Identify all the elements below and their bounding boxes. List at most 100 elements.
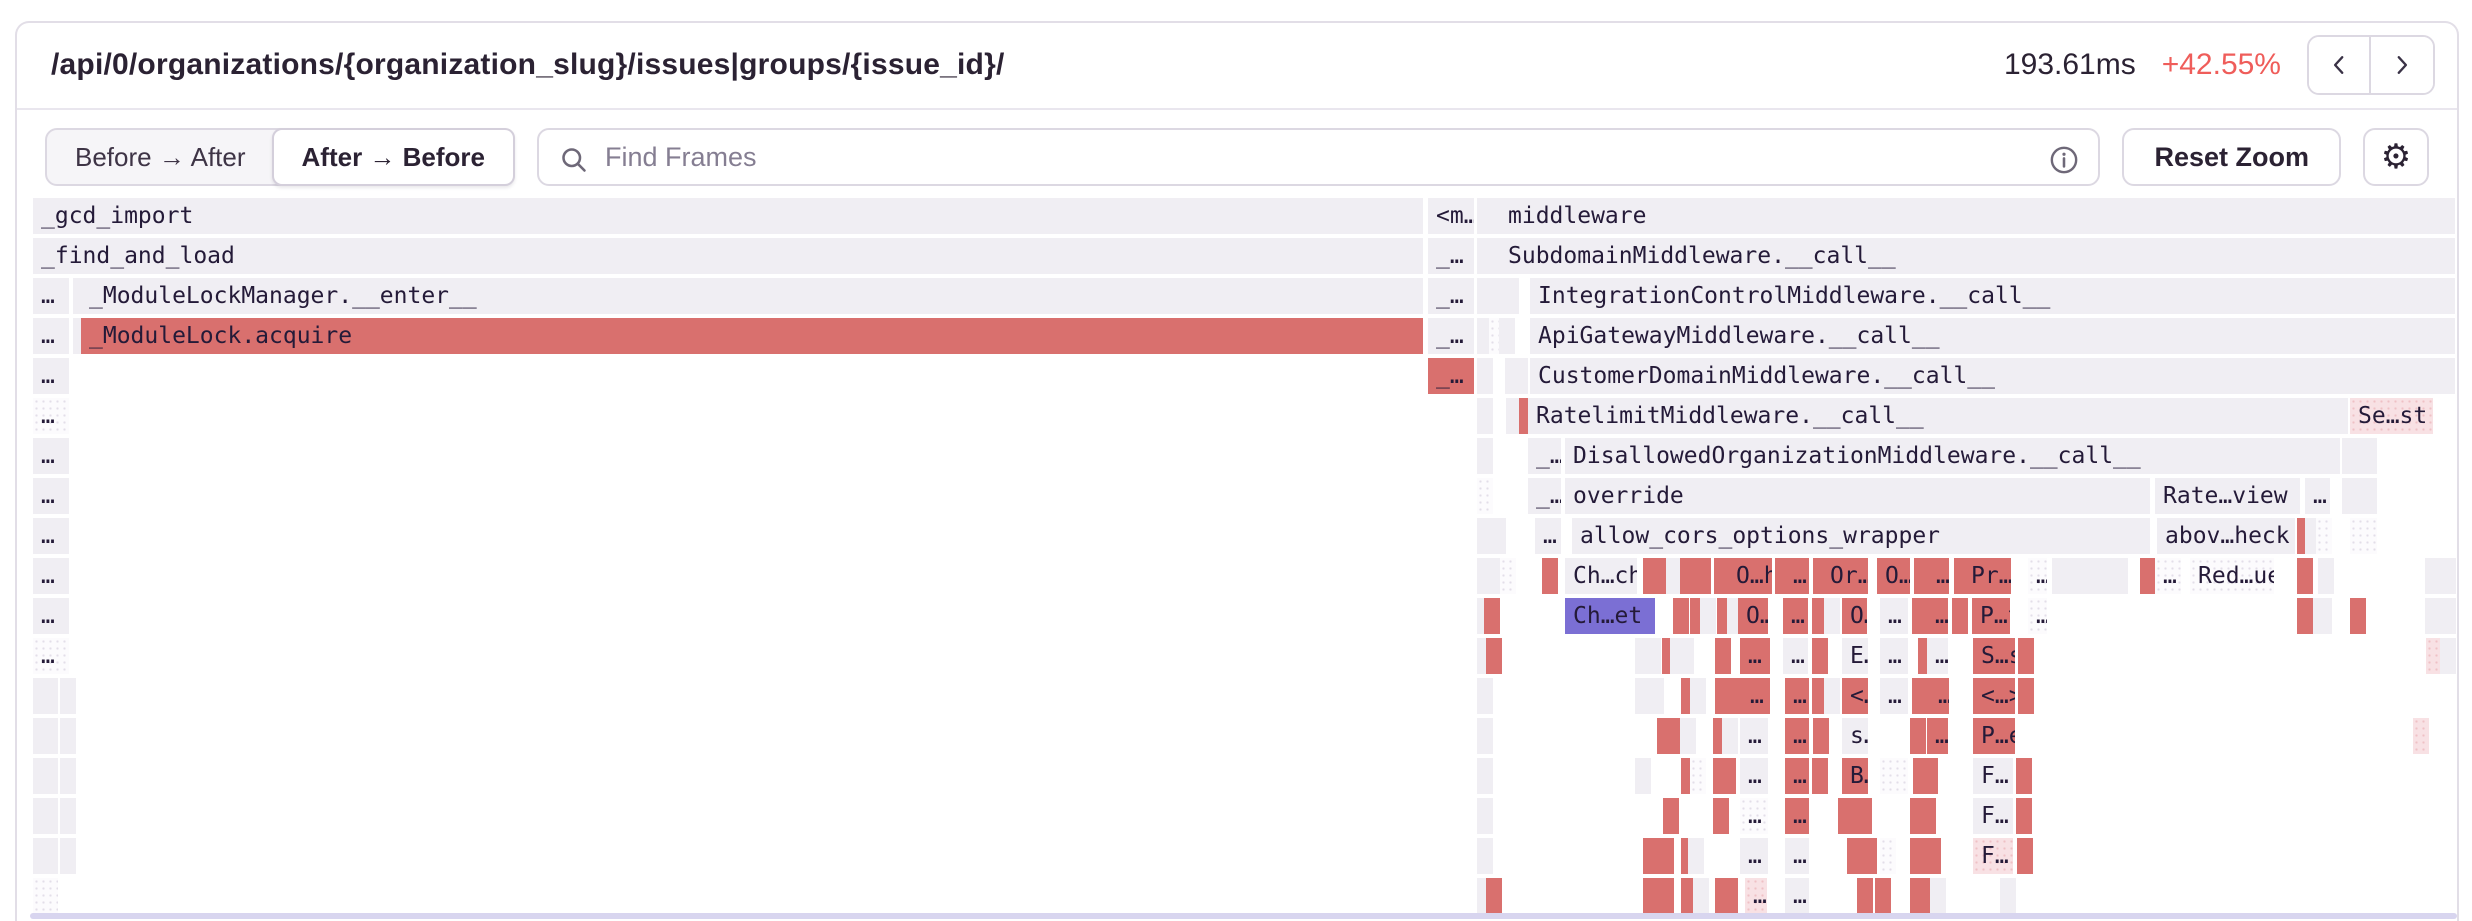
- flame-frame[interactable]: _ModuleLockManager.__enter__: [81, 278, 1423, 314]
- flame-frame[interactable]: …: [1880, 678, 1908, 714]
- flame-frame[interactable]: [1643, 838, 1659, 874]
- search-input[interactable]: [539, 130, 2098, 184]
- flame-frame[interactable]: [2316, 518, 2332, 554]
- flame-frame[interactable]: ApiGatewayMiddleware.__call__: [1530, 318, 2455, 354]
- flame-frame[interactable]: …: [1927, 598, 1948, 634]
- flame-frame[interactable]: [1920, 798, 1936, 834]
- flame-frame[interactable]: _…: [1428, 238, 1474, 274]
- flame-frame[interactable]: _…: [1428, 278, 1474, 314]
- flame-frame[interactable]: [1657, 718, 1673, 754]
- flame-frame[interactable]: IntegrationControlMiddleware.__call__: [1530, 278, 2455, 314]
- flame-frame[interactable]: [33, 798, 58, 834]
- flame-frame[interactable]: …: [1927, 718, 1948, 754]
- flame-frame[interactable]: …: [33, 398, 69, 434]
- flame-frame[interactable]: <…: [1842, 678, 1868, 714]
- flame-frame[interactable]: [2440, 638, 2456, 674]
- flame-frame[interactable]: [1658, 878, 1674, 914]
- flame-frame[interactable]: [1500, 558, 1516, 594]
- flame-frame[interactable]: F…: [1973, 758, 2013, 794]
- flame-frame[interactable]: …: [33, 638, 69, 674]
- flame-frame[interactable]: _ModuleLock.acquire: [81, 318, 1423, 354]
- flame-frame[interactable]: allow_cors_options_wrapper: [1572, 518, 2150, 554]
- flame-frame[interactable]: [1875, 878, 1891, 914]
- flame-frame[interactable]: [1910, 838, 1926, 874]
- flame-frame[interactable]: …: [1745, 878, 1767, 914]
- flame-frame[interactable]: [1856, 798, 1872, 834]
- flame-frame[interactable]: [1722, 878, 1738, 914]
- flame-frame[interactable]: …: [1785, 758, 1809, 794]
- flame-frame[interactable]: [2350, 478, 2377, 514]
- flame-frame[interactable]: [33, 678, 58, 714]
- flame-frame[interactable]: …: [1880, 638, 1908, 674]
- toggle-before-after[interactable]: Before → After: [47, 130, 274, 184]
- flame-frame[interactable]: DisallowedOrganizationMiddleware.__call_…: [1565, 438, 2340, 474]
- flame-frame[interactable]: [1673, 598, 1689, 634]
- flame-frame[interactable]: …: [33, 598, 69, 634]
- flame-frame[interactable]: CustomerDomainMiddleware.__call__: [1530, 358, 2455, 394]
- flame-frame[interactable]: [1477, 398, 1493, 434]
- flame-frame[interactable]: …: [33, 518, 69, 554]
- flame-frame[interactable]: [2350, 598, 2366, 634]
- flame-frame[interactable]: …: [1785, 678, 1809, 714]
- flame-frame[interactable]: [1477, 678, 1493, 714]
- flame-frame[interactable]: [1930, 878, 1946, 914]
- flame-frame[interactable]: …: [1880, 598, 1908, 634]
- flame-frame[interactable]: [1484, 598, 1500, 634]
- flame-frame[interactable]: [1635, 758, 1651, 794]
- flame-frame[interactable]: [1812, 638, 1828, 674]
- flame-frame[interactable]: [2018, 638, 2034, 674]
- flame-frame[interactable]: S…s: [1973, 638, 2015, 674]
- flame-frame[interactable]: [2052, 558, 2128, 594]
- flame-frame[interactable]: …: [1740, 758, 1768, 794]
- flame-frame[interactable]: …: [1783, 598, 1808, 634]
- flame-frame[interactable]: …: [1740, 718, 1768, 754]
- flame-frame[interactable]: [1503, 278, 1519, 314]
- flame-frame[interactable]: [1700, 598, 1716, 634]
- flame-frame[interactable]: [2350, 518, 2377, 554]
- flame-frame[interactable]: _…: [1428, 358, 1474, 394]
- flame-frame[interactable]: …: [2155, 558, 2181, 594]
- flame-frame[interactable]: …: [1740, 638, 1770, 674]
- flame-frame[interactable]: [2016, 758, 2032, 794]
- flame-frame[interactable]: O…: [1842, 598, 1867, 634]
- flame-frame[interactable]: F…: [1973, 798, 2013, 834]
- flame-frame[interactable]: …: [33, 558, 69, 594]
- flame-frame[interactable]: …: [2305, 478, 2330, 514]
- flame-frame[interactable]: [1680, 718, 1696, 754]
- flame-frame[interactable]: [1720, 758, 1736, 794]
- flame-frame[interactable]: …: [33, 318, 69, 354]
- flame-frame[interactable]: …: [1785, 798, 1809, 834]
- flame-frame[interactable]: [1499, 318, 1515, 354]
- flame-frame[interactable]: [1490, 518, 1506, 554]
- flame-frame[interactable]: [1910, 718, 1926, 754]
- flame-frame[interactable]: SubdomainMiddleware.__call__: [1500, 238, 2455, 274]
- flame-frame[interactable]: [1922, 758, 1938, 794]
- flame-frame[interactable]: [2425, 558, 2441, 594]
- flame-frame[interactable]: [1477, 438, 1493, 474]
- flame-frame[interactable]: [2018, 678, 2034, 714]
- flame-frame[interactable]: [33, 838, 58, 874]
- flame-frame[interactable]: …: [2028, 598, 2047, 634]
- flame-frame[interactable]: O…: [1877, 558, 1910, 594]
- flame-frame[interactable]: Rate…view: [2155, 478, 2300, 514]
- flame-frame[interactable]: [1663, 798, 1679, 834]
- flame-frame[interactable]: …: [1928, 558, 1949, 594]
- flame-frame[interactable]: …: [1740, 798, 1768, 834]
- reset-zoom-button[interactable]: Reset Zoom: [2122, 128, 2341, 186]
- flame-frame[interactable]: [1952, 598, 1968, 634]
- flame-frame[interactable]: [1648, 678, 1664, 714]
- flame-frame[interactable]: [1678, 638, 1694, 674]
- flame-frame[interactable]: …: [1742, 678, 1770, 714]
- flame-frame[interactable]: [2297, 598, 2313, 634]
- flame-frame[interactable]: [1512, 358, 1528, 394]
- flame-frame[interactable]: [1715, 638, 1731, 674]
- flame-frame[interactable]: [2318, 558, 2334, 594]
- flame-frame[interactable]: _…: [1428, 318, 1474, 354]
- flame-frame[interactable]: [1857, 838, 1877, 874]
- flame-frame[interactable]: [2017, 838, 2033, 874]
- flame-frame[interactable]: [1477, 798, 1493, 834]
- flame-frame[interactable]: [60, 798, 76, 834]
- flame-frame[interactable]: <m…>: [1428, 198, 1474, 234]
- next-sample-button[interactable]: [2371, 37, 2433, 93]
- flame-frame[interactable]: Ch…et: [1565, 598, 1655, 634]
